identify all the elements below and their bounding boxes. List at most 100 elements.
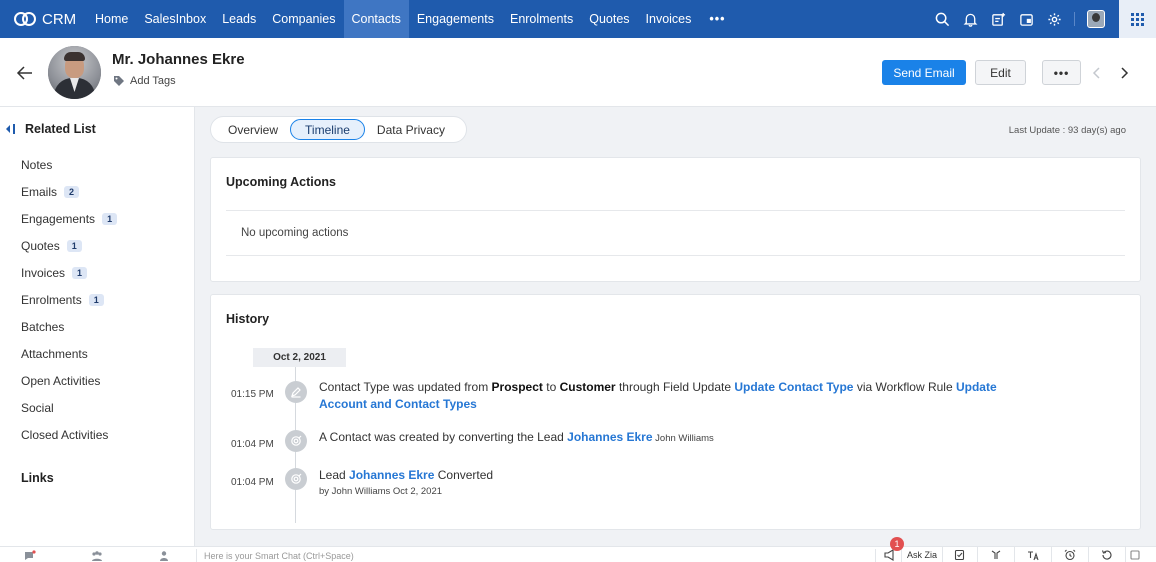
expand-icon[interactable] [1126, 547, 1144, 562]
event-text-fragment: Lead [319, 468, 350, 482]
nav-home[interactable]: Home [87, 0, 136, 38]
related-list-label: Related List [25, 122, 96, 136]
sidebar-item-open-activities[interactable]: Open Activities [21, 368, 117, 395]
more-actions-button[interactable]: ••• [1042, 60, 1081, 85]
related-list-sidebar: Related List Notes Emails 2 Engagements 1 … [0, 107, 195, 546]
send-email-button[interactable]: Send Email [882, 60, 966, 85]
count-badge: 1 [102, 212, 118, 225]
tab-overview[interactable]: Overview [216, 119, 290, 140]
event-text-fragment: Converted [434, 468, 494, 482]
calendar-icon[interactable] [1012, 0, 1040, 38]
upcoming-actions-card: Upcoming Actions No upcoming actions [210, 157, 1141, 282]
history-icon[interactable] [1089, 547, 1126, 562]
sidebar-item-label: Social [21, 401, 54, 416]
avatar[interactable] [1087, 10, 1105, 28]
bottom-bar: Here is your Smart Chat (Ctrl+Space) Ask… [0, 546, 1156, 562]
sidebar-item-engagements[interactable]: Engagements 1 [21, 205, 118, 232]
bell-icon[interactable] [956, 0, 984, 38]
notification-badge: 1 [890, 537, 904, 551]
event-text: Lead Johannes Ekre Converted by John Wil… [319, 467, 1019, 498]
sidebar-item-batches[interactable]: Batches [21, 314, 117, 341]
alarm-clock-icon[interactable] [1052, 547, 1089, 562]
recent-items-icon[interactable] [978, 547, 1015, 562]
nav-quotes[interactable]: Quotes [581, 0, 637, 38]
sidebar-item-label: Batches [21, 320, 65, 335]
apps-grid-icon[interactable] [1119, 0, 1156, 38]
nav-contacts[interactable]: Contacts [343, 0, 409, 38]
sidebar-item-notes[interactable]: Notes [21, 151, 117, 178]
event-text-fragment: via Workflow Rule [853, 380, 956, 394]
history-card: History Oct 2, 2021 01:15 PM Contact Typ… [210, 294, 1141, 530]
crm-logo-icon [14, 12, 36, 26]
add-tags-link[interactable]: Add Tags [113, 75, 176, 87]
record-link[interactable]: Update Contact Type [734, 380, 853, 394]
sidebar-item-attachments[interactable]: Attachments [21, 341, 117, 368]
top-navbar: CRM Home SalesInbox Leads Companies Cont… [0, 0, 1156, 38]
event-user: John Williams [652, 433, 714, 444]
count-badge: 1 [66, 239, 82, 252]
chats-icon[interactable] [24, 550, 36, 562]
history-date-chip: Oct 2, 2021 [253, 348, 346, 367]
nav-engagements[interactable]: Engagements [409, 0, 502, 38]
sidebar-item-label: Emails [21, 184, 58, 199]
event-time: 01:15 PM [231, 389, 274, 400]
title-bar [13, 124, 15, 134]
gear-icon[interactable] [1040, 0, 1068, 38]
count-badge: 1 [72, 266, 88, 279]
sidebar-item-label: Open Activities [21, 374, 101, 389]
previous-record-icon[interactable] [1092, 67, 1102, 79]
search-icon[interactable] [928, 0, 956, 38]
convert-icon [285, 468, 307, 490]
nav-icons [928, 0, 1156, 38]
divider [226, 210, 1125, 211]
sidebar-item-quotes[interactable]: Quotes 1 [21, 232, 117, 259]
sidebar-item-social[interactable]: Social [21, 395, 117, 422]
back-arrow-icon[interactable] [16, 64, 34, 82]
nav-more-button[interactable]: ••• [699, 0, 735, 38]
brand-name: CRM [42, 10, 77, 28]
nav-separator [1074, 12, 1075, 26]
sidebar-item-closed-activities[interactable]: Closed Activities [21, 422, 117, 449]
notes-icon[interactable] [943, 547, 978, 562]
nav-invoices[interactable]: Invoices [638, 0, 700, 38]
sidebar-item-label: Attachments [21, 347, 88, 362]
nav-companies[interactable]: Companies [264, 0, 343, 38]
ask-zia-button[interactable]: Ask Zia [902, 547, 943, 562]
event-time: 01:04 PM [231, 477, 274, 488]
tab-data-privacy[interactable]: Data Privacy [365, 119, 457, 140]
channels-icon[interactable] [91, 550, 103, 562]
contact-photo[interactable] [48, 46, 101, 99]
nav-enrolments[interactable]: Enrolments [502, 0, 581, 38]
next-record-icon[interactable] [1119, 67, 1129, 79]
links-section-title[interactable]: Links [21, 471, 54, 485]
record-name: Mr. Johannes Ekre [112, 51, 245, 68]
event-value: Prospect [491, 380, 543, 394]
convert-icon [285, 430, 307, 452]
event-text-fragment: A Contact was created by converting the … [319, 430, 568, 444]
contacts-icon[interactable] [158, 550, 170, 562]
sidebar-item-invoices[interactable]: Invoices 1 [21, 259, 117, 286]
record-link[interactable]: Johannes Ekre [567, 430, 652, 444]
sidebar-item-label: Quotes [21, 238, 60, 253]
nav-salesinbox[interactable]: SalesInbox [136, 0, 214, 38]
crm-brand[interactable]: CRM [0, 0, 87, 38]
count-badge: 1 [88, 294, 104, 307]
bottom-tools: Ask Zia [878, 547, 1144, 562]
record-link[interactable]: Johannes Ekre [349, 468, 434, 482]
last-update-text: Last Update : 93 day(s) ago [1008, 125, 1126, 136]
record-header: Mr. Johannes Ekre Add Tags Send Email Ed… [0, 38, 1156, 107]
sidebar-item-label: Engagements [21, 211, 96, 226]
history-title: History [226, 312, 270, 326]
sidebar-item-enrolments[interactable]: Enrolments 1 [21, 286, 117, 313]
upcoming-actions-empty: No upcoming actions [241, 227, 349, 239]
translate-icon[interactable] [1015, 547, 1052, 562]
new-note-icon[interactable] [984, 0, 1012, 38]
smart-chat-input[interactable]: Here is your Smart Chat (Ctrl+Space) [196, 549, 876, 562]
related-list-title[interactable]: Related List [6, 122, 96, 136]
nav-leads[interactable]: Leads [214, 0, 264, 38]
event-text-fragment: to [542, 380, 560, 394]
tag-icon [114, 76, 124, 86]
edit-button[interactable]: Edit [975, 60, 1026, 85]
sidebar-item-emails[interactable]: Emails 2 [21, 178, 117, 205]
tab-timeline[interactable]: Timeline [290, 119, 365, 140]
